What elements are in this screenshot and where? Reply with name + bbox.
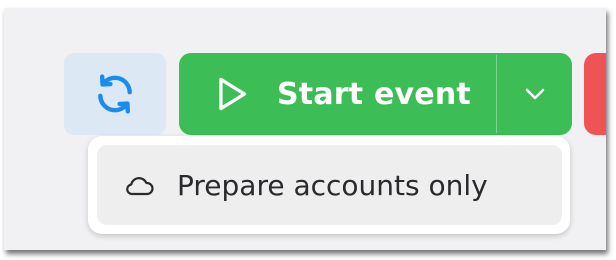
toolbar-panel: Start event Prepare accounts only bbox=[4, 8, 606, 250]
play-icon bbox=[219, 77, 247, 111]
prepare-accounts-only-item[interactable]: Prepare accounts only bbox=[97, 145, 562, 225]
stop-button-partial[interactable] bbox=[584, 53, 606, 135]
start-options-button[interactable] bbox=[497, 53, 572, 135]
start-event-split-button: Start event bbox=[179, 53, 572, 135]
cloud-icon bbox=[126, 177, 154, 196]
start-event-button[interactable]: Start event bbox=[179, 53, 496, 135]
prepare-accounts-only-label: Prepare accounts only bbox=[177, 168, 488, 202]
refresh-icon bbox=[98, 74, 132, 114]
start-event-label: Start event bbox=[277, 76, 471, 112]
chevron-down-icon bbox=[525, 88, 544, 100]
refresh-button[interactable] bbox=[64, 53, 166, 135]
start-options-dropdown: Prepare accounts only bbox=[88, 136, 570, 234]
